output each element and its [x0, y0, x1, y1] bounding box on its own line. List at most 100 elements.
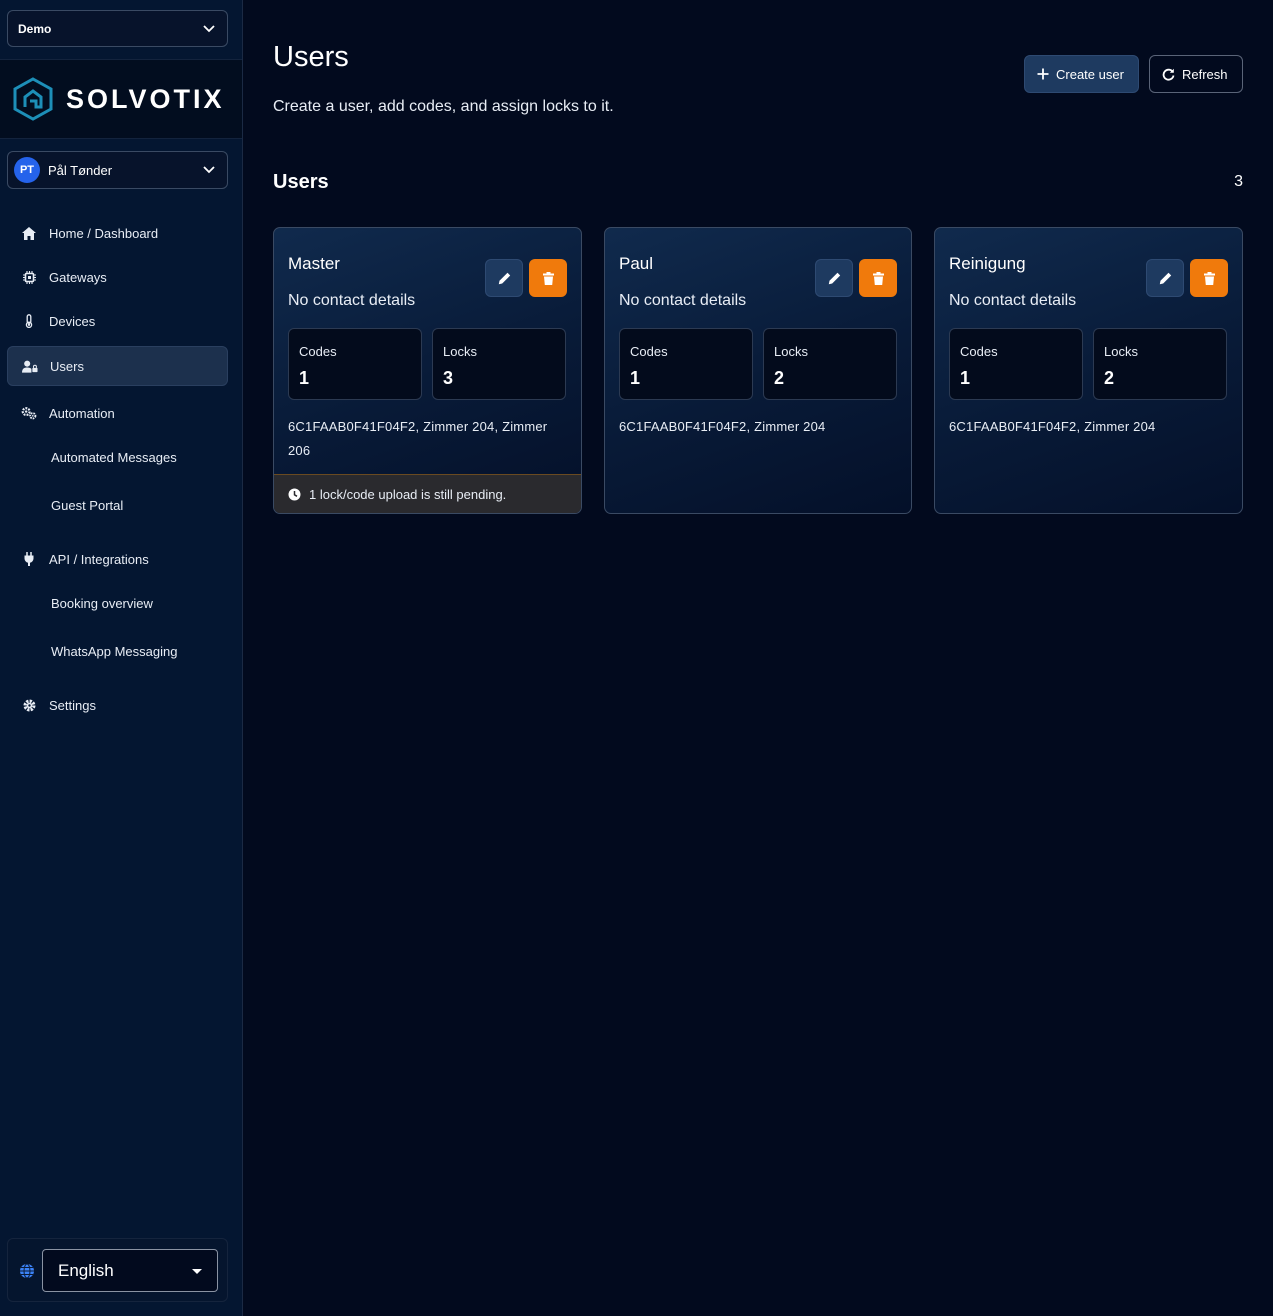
sidebar-item-home[interactable]: Home / Dashboard [7, 213, 228, 253]
codes-value: 1 [299, 368, 310, 388]
user-card-reinigung[interactable]: Reinigung No contact details Codes 1 Loc… [934, 227, 1243, 514]
language-select[interactable]: English [42, 1249, 218, 1292]
sidebar-item-api-integrations[interactable]: API / Integrations [7, 539, 228, 579]
avatar: PT [14, 157, 40, 183]
edit-button[interactable] [1146, 259, 1184, 297]
lock-list: 6C1FAAB0F41F04F2, Zimmer 204 [619, 419, 826, 434]
delete-button[interactable] [859, 259, 897, 297]
org-select[interactable]: Demo [7, 10, 228, 47]
sidebar-item-label: Home / Dashboard [49, 225, 159, 241]
gears-icon [21, 405, 37, 421]
pending-text: 1 lock/code upload is still pending. [309, 487, 507, 502]
user-count: 3 [1234, 173, 1243, 190]
locks-label: Locks [1104, 344, 1138, 359]
sidebar: Demo SOLVOTIX PT Pål Tønder Home / Dashb… [0, 0, 243, 1316]
sidebar-item-devices[interactable]: Devices [7, 301, 228, 341]
locks-label: Locks [774, 344, 808, 359]
user-card-master[interactable]: Master No contact details Codes 1 Locks … [273, 227, 582, 514]
locks-stat: Locks 2 [1093, 328, 1227, 400]
trash-icon [542, 271, 554, 285]
locks-stat: Locks 2 [763, 328, 897, 400]
chip-icon [21, 269, 37, 285]
edit-button[interactable] [485, 259, 523, 297]
sidebar-item-label: Gateways [49, 269, 107, 285]
plug-icon [21, 551, 37, 567]
sidebar-item-booking-overview[interactable]: Booking overview [7, 583, 228, 623]
codes-label: Codes [299, 344, 337, 359]
codes-stat: Codes 1 [619, 328, 753, 400]
sidebar-item-gateways[interactable]: Gateways [7, 257, 228, 297]
refresh-label: Refresh [1182, 66, 1228, 82]
user-name: Master [288, 254, 340, 273]
locks-label: Locks [443, 344, 477, 359]
sidebar-item-label: Settings [49, 697, 96, 713]
home-icon [21, 225, 37, 241]
locks-value: 2 [774, 368, 785, 388]
sidebar-item-settings[interactable]: Settings [7, 685, 228, 725]
contact-details: No contact details [949, 292, 1077, 309]
refresh-icon [1162, 68, 1175, 81]
chevron-down-icon [203, 166, 215, 174]
locks-value: 2 [1104, 368, 1115, 388]
sidebar-item-automation[interactable]: Automation [7, 393, 228, 433]
plus-icon [1037, 68, 1049, 80]
locks-value: 3 [443, 368, 454, 388]
thermometer-icon [21, 313, 37, 329]
pencil-icon [1159, 272, 1171, 284]
sidebar-item-automated-messages[interactable]: Automated Messages [7, 437, 228, 477]
pending-notice: 1 lock/code upload is still pending. [274, 474, 581, 513]
sidebar-item-label: WhatsApp Messaging [51, 643, 178, 659]
sidebar-item-whatsapp-messaging[interactable]: WhatsApp Messaging [7, 631, 228, 671]
user-name: Paul [619, 254, 654, 273]
gear-icon [21, 697, 37, 713]
codes-stat: Codes 1 [949, 328, 1083, 400]
logo: SOLVOTIX [0, 59, 242, 139]
solvotix-logo-icon [13, 77, 53, 121]
globe-icon [20, 1263, 34, 1279]
delete-button[interactable] [529, 259, 567, 297]
clock-icon [288, 488, 301, 501]
lock-list: 6C1FAAB0F41F04F2, Zimmer 204 [949, 419, 1156, 434]
refresh-button[interactable]: Refresh [1149, 55, 1243, 93]
pencil-icon [498, 272, 510, 284]
codes-value: 1 [630, 368, 641, 388]
lock-list: 6C1FAAB0F41F04F2, Zimmer 204, Zimmer 206 [288, 419, 548, 458]
delete-button[interactable] [1190, 259, 1228, 297]
user-name: Reinigung [949, 254, 1026, 273]
user-select[interactable]: PT Pål Tønder [7, 151, 228, 189]
codes-label: Codes [960, 344, 998, 359]
create-user-label: Create user [1056, 66, 1124, 82]
sidebar-item-label: API / Integrations [49, 551, 149, 567]
codes-value: 1 [960, 368, 971, 388]
language-label: English [58, 1260, 114, 1280]
language-box: English [7, 1238, 228, 1302]
chevron-down-icon [203, 24, 215, 32]
org-select-label: Demo [18, 21, 52, 36]
sidebar-item-guest-portal[interactable]: Guest Portal [7, 485, 228, 525]
sidebar-item-label: Automation [49, 405, 115, 421]
sidebar-item-users[interactable]: Users [7, 346, 228, 386]
sidebar-item-label: Devices [49, 313, 96, 329]
logo-text: SOLVOTIX [66, 83, 225, 114]
locks-stat: Locks 3 [432, 328, 566, 400]
caret-down-icon [192, 1269, 202, 1274]
edit-button[interactable] [815, 259, 853, 297]
sidebar-item-label: Guest Portal [51, 497, 124, 513]
user-card-paul[interactable]: Paul No contact details Codes 1 Locks 2 … [604, 227, 912, 514]
pencil-icon [828, 272, 840, 284]
page-title: Users [273, 41, 349, 73]
sidebar-item-label: Booking overview [51, 595, 153, 611]
trash-icon [1203, 271, 1215, 285]
sidebar-item-label: Automated Messages [51, 449, 177, 465]
user-name: Pål Tønder [48, 162, 113, 178]
contact-details: No contact details [619, 292, 747, 309]
trash-icon [872, 271, 884, 285]
create-user-button[interactable]: Create user [1024, 55, 1139, 93]
user-lock-icon [22, 358, 38, 374]
codes-stat: Codes 1 [288, 328, 422, 400]
codes-label: Codes [630, 344, 668, 359]
page-subtitle: Create a user, add codes, and assign loc… [273, 98, 614, 115]
contact-details: No contact details [288, 292, 416, 309]
sidebar-item-label: Users [50, 358, 84, 374]
section-title: Users [273, 171, 329, 193]
